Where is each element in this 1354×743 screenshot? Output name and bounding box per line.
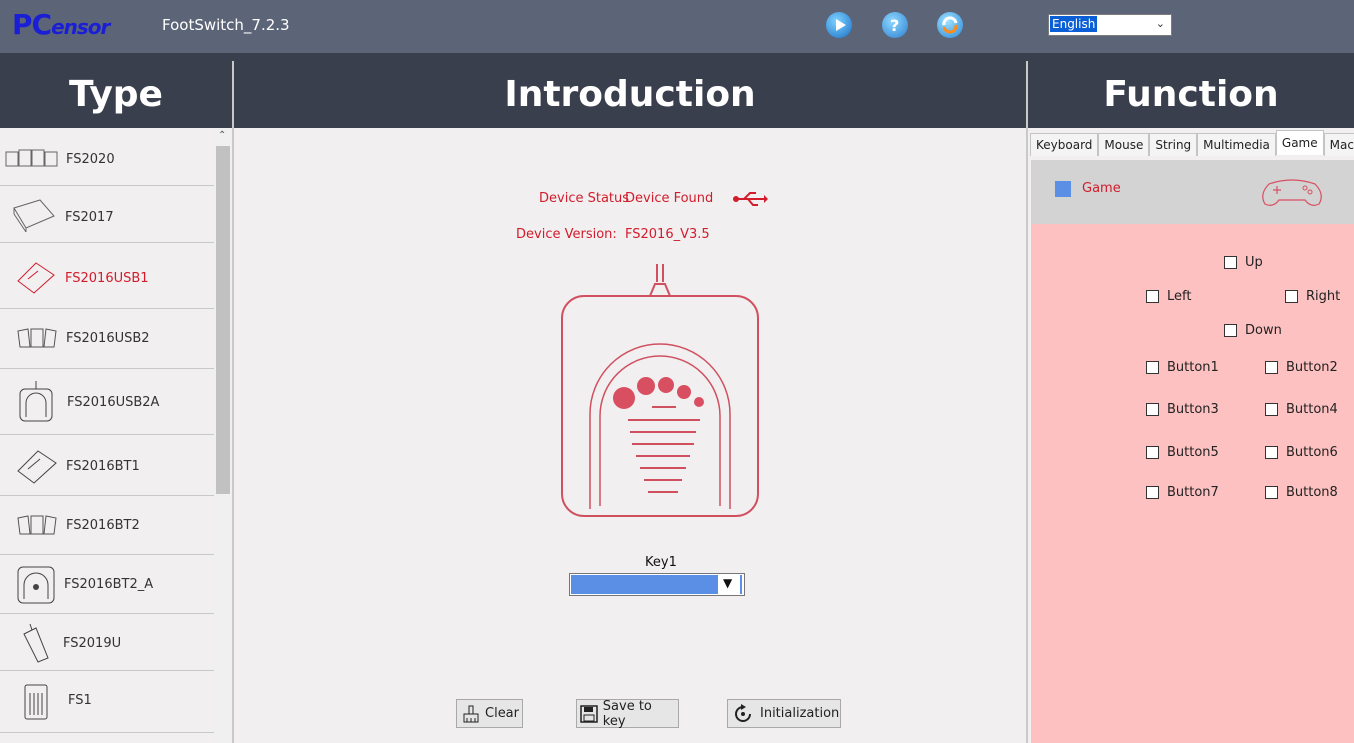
game-options-panel: Up Left Right Down Button1 Button2 Butto… [1031, 224, 1354, 743]
checkbox-button1[interactable]: Button1 [1146, 360, 1219, 375]
type-item-fs2016usb2a[interactable]: FS2016USB2A [0, 369, 214, 435]
title-bar: PCensor FootSwitch_7.2.3 ? English ⌄ [0, 0, 1354, 53]
help-glyph: ? [890, 16, 899, 35]
introduction-panel: Device Status Device Found Device Versio… [234, 128, 1026, 743]
device-status-label: Device Status [539, 191, 630, 206]
game-mode-radio[interactable] [1055, 181, 1071, 197]
initialization-button[interactable]: Initialization [727, 699, 841, 728]
key-select-edge [740, 575, 742, 594]
checkbox-button6[interactable]: Button6 [1265, 445, 1338, 460]
fs2020-pedal-icon [5, 149, 58, 167]
chevron-down-icon: ⌄ [1155, 17, 1165, 30]
tab-multimedia[interactable]: Multimedia [1197, 133, 1276, 156]
type-header: Type [0, 61, 232, 128]
divider-right [1026, 61, 1028, 743]
play-glyph [836, 19, 846, 31]
checkbox-box[interactable] [1265, 361, 1278, 374]
fs2016bt1-pedal-icon [17, 450, 57, 484]
checkbox-button2[interactable]: Button2 [1265, 360, 1338, 375]
fs2016usb2-pedal-icon [17, 328, 57, 348]
chevron-up-icon[interactable]: ⌃ [218, 130, 226, 141]
checkbox-box[interactable] [1146, 290, 1159, 303]
language-select[interactable]: English ⌄ [1048, 14, 1172, 36]
checkbox-up[interactable]: Up [1224, 255, 1263, 270]
app-title: FootSwitch_7.2.3 [162, 16, 290, 34]
game-mode-bar: Game [1031, 160, 1354, 224]
reset-icon [735, 703, 751, 722]
type-item-fs2020[interactable]: FS2020 [0, 128, 214, 186]
fs2016bt2-pedal-icon [17, 515, 57, 535]
svg-text:?: ? [890, 16, 899, 35]
key-select-value [571, 575, 718, 594]
brush-icon [463, 705, 479, 722]
fs2016bt2a-pedal-icon [17, 566, 55, 604]
type-item-fs2016bt2[interactable]: FS2016BT2 [0, 496, 214, 555]
pcsensor-logo: PCensor [12, 8, 110, 41]
scrollbar-thumb[interactable] [216, 146, 230, 494]
checkbox-button5[interactable]: Button5 [1146, 445, 1219, 460]
checkbox-box[interactable] [1285, 290, 1298, 303]
dropdown-arrow-icon: ▼ [723, 576, 733, 590]
usb-icon [733, 192, 768, 206]
key-label: Key1 [645, 555, 677, 570]
checkbox-box[interactable] [1146, 486, 1159, 499]
play-icon[interactable] [826, 12, 852, 38]
fs1-pedal-icon [24, 684, 48, 720]
checkbox-right[interactable]: Right [1285, 289, 1340, 304]
fs2019u-pedal-icon [23, 623, 49, 663]
checkbox-button8[interactable]: Button8 [1265, 485, 1338, 500]
save-disk-icon [580, 704, 598, 723]
device-version-label: Device Version: [516, 227, 617, 242]
tab-string[interactable]: String [1149, 133, 1198, 156]
checkbox-box[interactable] [1146, 446, 1159, 459]
checkbox-box[interactable] [1224, 256, 1237, 269]
checkbox-down[interactable]: Down [1224, 323, 1282, 338]
game-mode-label: Game [1082, 181, 1121, 196]
save-to-key-button[interactable]: Save to key [576, 699, 679, 729]
header-strip [0, 53, 1354, 61]
refresh-glyph [942, 16, 958, 34]
type-list: FS2020 FS2017 FS2016USB1 FS2016USB2 FS20… [0, 128, 214, 743]
fs2016usb2a-pedal-icon [19, 381, 53, 422]
type-list-scrollbar[interactable]: ⌃ [214, 128, 232, 743]
checkbox-box[interactable] [1265, 403, 1278, 416]
type-item-fs1[interactable]: FS1 [0, 671, 214, 733]
function-tabs: Keyboard Mouse String Multimedia Game Ma… [1030, 130, 1354, 157]
type-item-fs2017[interactable]: FS2017 [0, 186, 214, 243]
introduction-header: Introduction [234, 61, 1026, 128]
checkbox-button3[interactable]: Button3 [1146, 402, 1219, 417]
checkbox-left[interactable]: Left [1146, 289, 1191, 304]
checkbox-box[interactable] [1224, 324, 1237, 337]
checkbox-box[interactable] [1265, 486, 1278, 499]
checkbox-box[interactable] [1146, 403, 1159, 416]
type-item-fs2019u[interactable]: FS2019U [0, 614, 214, 671]
fs2017-pedal-icon [13, 199, 55, 232]
tab-mac[interactable]: Mac [1323, 133, 1354, 156]
device-version-value: FS2016_V3.5 [625, 227, 710, 242]
checkbox-button4[interactable]: Button4 [1265, 402, 1338, 417]
key-select[interactable]: ▼ [569, 573, 745, 596]
type-item-fs2016bt1[interactable]: FS2016BT1 [0, 435, 214, 496]
gamepad-icon [1262, 179, 1322, 206]
fs2016usb1-pedal-icon [17, 262, 55, 294]
checkbox-box[interactable] [1265, 446, 1278, 459]
device-status-value: Device Found [625, 191, 714, 206]
refresh-icon[interactable] [937, 12, 963, 38]
clear-button[interactable]: Clear [456, 699, 523, 728]
function-header: Function [1028, 61, 1354, 128]
tab-mouse[interactable]: Mouse [1098, 133, 1150, 156]
foot-pedal-image [561, 264, 759, 517]
checkbox-button7[interactable]: Button7 [1146, 485, 1219, 500]
tab-keyboard[interactable]: Keyboard [1030, 133, 1099, 156]
type-item-fs2016usb2[interactable]: FS2016USB2 [0, 309, 214, 369]
type-item-fs2016bt2a[interactable]: FS2016BT2_A [0, 555, 214, 614]
language-selected: English [1050, 16, 1098, 32]
help-icon[interactable]: ? [882, 12, 908, 38]
type-item-fs2016usb1[interactable]: FS2016USB1 [0, 243, 214, 309]
tab-game[interactable]: Game [1275, 130, 1324, 155]
checkbox-box[interactable] [1146, 361, 1159, 374]
